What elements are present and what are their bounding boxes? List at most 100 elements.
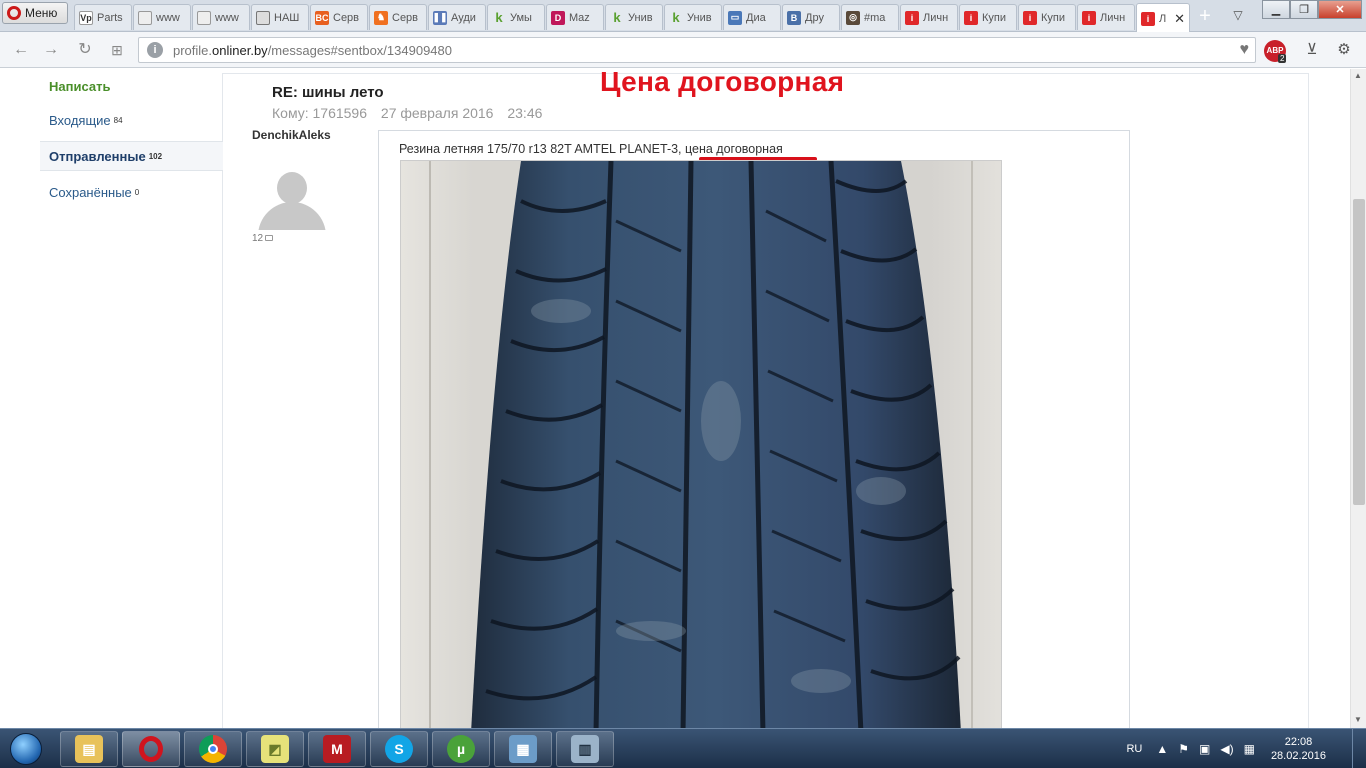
page-icon xyxy=(197,10,211,25)
compose-link[interactable]: Написать xyxy=(40,73,223,99)
taskbar-sticky-notes[interactable]: ◩ xyxy=(246,731,304,767)
tab[interactable]: B Дру xyxy=(782,4,840,30)
opera-menu-button[interactable]: Меню xyxy=(2,2,68,24)
messages-sidebar: Написать Входящие 84 Отправленные 102 Сохр… xyxy=(40,69,223,207)
action-center-icon[interactable]: ⚑ xyxy=(1178,742,1189,756)
taskbar-chrome[interactable] xyxy=(184,731,242,767)
tab[interactable]: i Личн xyxy=(1077,4,1135,30)
tab[interactable]: Vp Parts xyxy=(74,4,132,30)
tab[interactable]: k Унив xyxy=(664,4,722,30)
skype-icon: S xyxy=(385,735,413,763)
message-subject: RE: шины лето xyxy=(272,84,384,101)
tab-active[interactable]: i Л ✕ xyxy=(1136,3,1190,33)
calculator-icon: ▥ xyxy=(571,735,599,763)
message-time: 23:46 xyxy=(507,105,543,121)
sender-message-count: 12 xyxy=(252,233,274,244)
minimize-button[interactable]: ▁ xyxy=(1262,0,1290,19)
taskbar-explorer[interactable]: ▤ xyxy=(60,731,118,767)
show-desktop-button[interactable] xyxy=(1352,729,1366,768)
clock[interactable]: 22:08 28.02.2016 xyxy=(1271,735,1326,763)
page-scrollbar[interactable]: ▲ ▼ xyxy=(1350,69,1366,728)
taskbar-utorrent[interactable]: µ xyxy=(432,731,490,767)
start-button[interactable] xyxy=(4,731,48,767)
bc-icon: BC xyxy=(315,10,329,25)
clock-date: 28.02.2016 xyxy=(1270,750,1326,762)
onliner-icon: i xyxy=(1082,10,1096,25)
comment-icon xyxy=(265,235,274,242)
tab[interactable]: k Унив xyxy=(605,4,663,30)
utorrent-icon: µ xyxy=(447,735,475,763)
rp-icon: Vp xyxy=(79,10,93,25)
tab[interactable]: www xyxy=(133,4,191,30)
tire-image xyxy=(401,161,1001,731)
reload-icon[interactable]: ↻ xyxy=(74,40,96,60)
new-tab-button[interactable]: + xyxy=(1194,6,1216,28)
taskbar-skype[interactable]: S xyxy=(370,731,428,767)
show-hidden-icons-icon[interactable]: ▲ xyxy=(1156,742,1168,756)
close-tab-icon[interactable]: ✕ xyxy=(1174,11,1185,27)
device-icon[interactable]: ▣ xyxy=(1199,742,1210,756)
scroll-up-icon[interactable]: ▲ xyxy=(1354,71,1362,80)
k-icon: k xyxy=(672,10,680,25)
screen: { "browser": { "menu_label": "Меню", "ta… xyxy=(0,0,1366,768)
avatar[interactable] xyxy=(258,172,326,230)
speed-dial-icon[interactable]: ⊞ xyxy=(106,40,128,60)
explorer-icon: ▤ xyxy=(75,735,103,763)
tab[interactable]: k Умы xyxy=(487,4,545,30)
message-text: Резина летняя 175/70 r13 82T AMTEL PLANE… xyxy=(399,142,783,156)
opera-logo-icon xyxy=(7,6,21,20)
k-icon: k xyxy=(495,10,503,25)
taskbar-opera[interactable] xyxy=(122,731,180,767)
back-icon[interactable]: ← xyxy=(10,40,32,60)
tab-menu-icon[interactable]: ▽ xyxy=(1228,8,1248,26)
tab[interactable]: ♞ Серв xyxy=(369,4,427,30)
download-icon[interactable]: ⊻ xyxy=(1302,40,1322,60)
tire-photo[interactable] xyxy=(400,160,1002,732)
onliner-icon: i xyxy=(1023,10,1037,25)
recipient: Кому: 1761596 xyxy=(272,105,368,121)
network-icon[interactable]: ▦ xyxy=(1244,742,1255,756)
forward-icon[interactable]: → xyxy=(40,40,62,60)
menu-label: Меню xyxy=(25,6,58,20)
scroll-down-icon[interactable]: ▼ xyxy=(1354,715,1362,724)
tab-strip: Меню Vp Parts www www НАШ BC Серв ♞ Серв ❚❚… xyxy=(0,0,1366,33)
scroll-thumb[interactable] xyxy=(1353,199,1365,505)
instagram-icon: ◎ xyxy=(846,10,860,25)
message-date: 27 февраля 2016 xyxy=(380,105,494,121)
pause-icon: ❚❚ xyxy=(432,10,448,25)
system-tray: RU ▲ ⚑ ▣ ◀) ▦ 22:08 28.02.2016 xyxy=(1126,729,1366,768)
window-controls: ▁ ❐ ✕ xyxy=(1262,0,1362,20)
sidebar-item-sent[interactable]: Отправленные 102 xyxy=(40,141,223,171)
tab[interactable]: D Maz xyxy=(546,4,604,30)
chat-icon: ▭ xyxy=(728,10,742,25)
tab[interactable]: www xyxy=(192,4,250,30)
windows-taskbar: ▤ ◩ M S µ ▦ ▥ RU ▲ ⚑ ▣ ◀) ▦ 22:08 28.02.… xyxy=(0,728,1366,768)
sidebar-item-saved[interactable]: Сохранённые 0 xyxy=(40,177,223,207)
tab[interactable]: i Личн xyxy=(900,4,958,30)
tab[interactable]: i Купи xyxy=(959,4,1017,30)
tab[interactable]: ◎ #ma xyxy=(841,4,899,30)
onliner-icon: i xyxy=(905,10,919,25)
tab[interactable]: ▭ Диа xyxy=(723,4,781,30)
taskbar-mcafee[interactable]: M xyxy=(308,731,366,767)
sender-name[interactable]: DenchikAleks xyxy=(252,128,331,142)
settings-gear-icon[interactable]: ⚙ xyxy=(1334,40,1354,60)
clock-time: 22:08 xyxy=(1284,736,1313,748)
bookmark-heart-icon[interactable]: ♥ xyxy=(1240,41,1250,59)
sidebar-item-inbox[interactable]: Входящие 84 xyxy=(40,105,223,135)
vk-icon: B xyxy=(787,10,801,25)
volume-icon[interactable]: ◀) xyxy=(1220,742,1233,756)
close-window-button[interactable]: ✕ xyxy=(1318,0,1362,19)
site-info-icon[interactable]: i xyxy=(147,42,163,58)
mcafee-icon: M xyxy=(323,735,351,763)
tab[interactable]: BC Серв xyxy=(310,4,368,30)
taskbar-control-panel[interactable]: ▦ xyxy=(494,731,552,767)
chrome-icon xyxy=(199,735,227,763)
tab[interactable]: i Купи xyxy=(1018,4,1076,30)
restore-button[interactable]: ❐ xyxy=(1290,0,1318,19)
url-field[interactable]: i profile.onliner.by/messages#sentbox/13… xyxy=(138,37,1256,63)
language-indicator[interactable]: RU xyxy=(1126,743,1142,755)
taskbar-calculator[interactable]: ▥ xyxy=(556,731,614,767)
tab[interactable]: ❚❚ Ауди xyxy=(428,4,486,30)
tab[interactable]: НАШ xyxy=(251,4,309,30)
